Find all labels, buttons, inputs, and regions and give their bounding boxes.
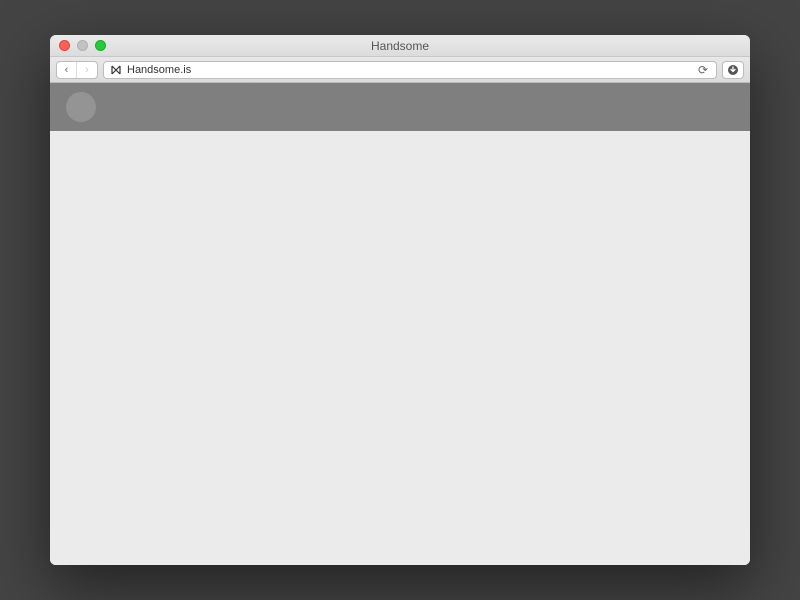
browser-window: Handsome ‹ › Handsome.is ⟳ bbox=[50, 35, 750, 565]
page-header bbox=[50, 83, 750, 131]
close-button[interactable] bbox=[59, 40, 70, 51]
traffic-lights bbox=[50, 40, 106, 51]
window-title: Handsome bbox=[50, 39, 750, 53]
url-text: Handsome.is bbox=[127, 64, 691, 76]
forward-button[interactable]: › bbox=[77, 62, 97, 78]
maximize-button[interactable] bbox=[95, 40, 106, 51]
content-area bbox=[50, 83, 750, 565]
chevron-right-icon: › bbox=[85, 64, 89, 76]
page-body bbox=[50, 131, 750, 565]
nav-buttons: ‹ › bbox=[56, 61, 98, 79]
toolbar: ‹ › Handsome.is ⟳ bbox=[50, 57, 750, 83]
site-icon bbox=[110, 64, 122, 76]
back-button[interactable]: ‹ bbox=[57, 62, 77, 78]
downloads-button[interactable] bbox=[722, 61, 744, 79]
logo-placeholder bbox=[66, 92, 96, 122]
titlebar[interactable]: Handsome bbox=[50, 35, 750, 57]
reload-button[interactable]: ⟳ bbox=[696, 63, 710, 77]
address-bar[interactable]: Handsome.is ⟳ bbox=[103, 61, 717, 79]
download-icon bbox=[727, 64, 739, 76]
reload-icon: ⟳ bbox=[698, 63, 708, 77]
chevron-left-icon: ‹ bbox=[65, 64, 69, 76]
minimize-button[interactable] bbox=[77, 40, 88, 51]
